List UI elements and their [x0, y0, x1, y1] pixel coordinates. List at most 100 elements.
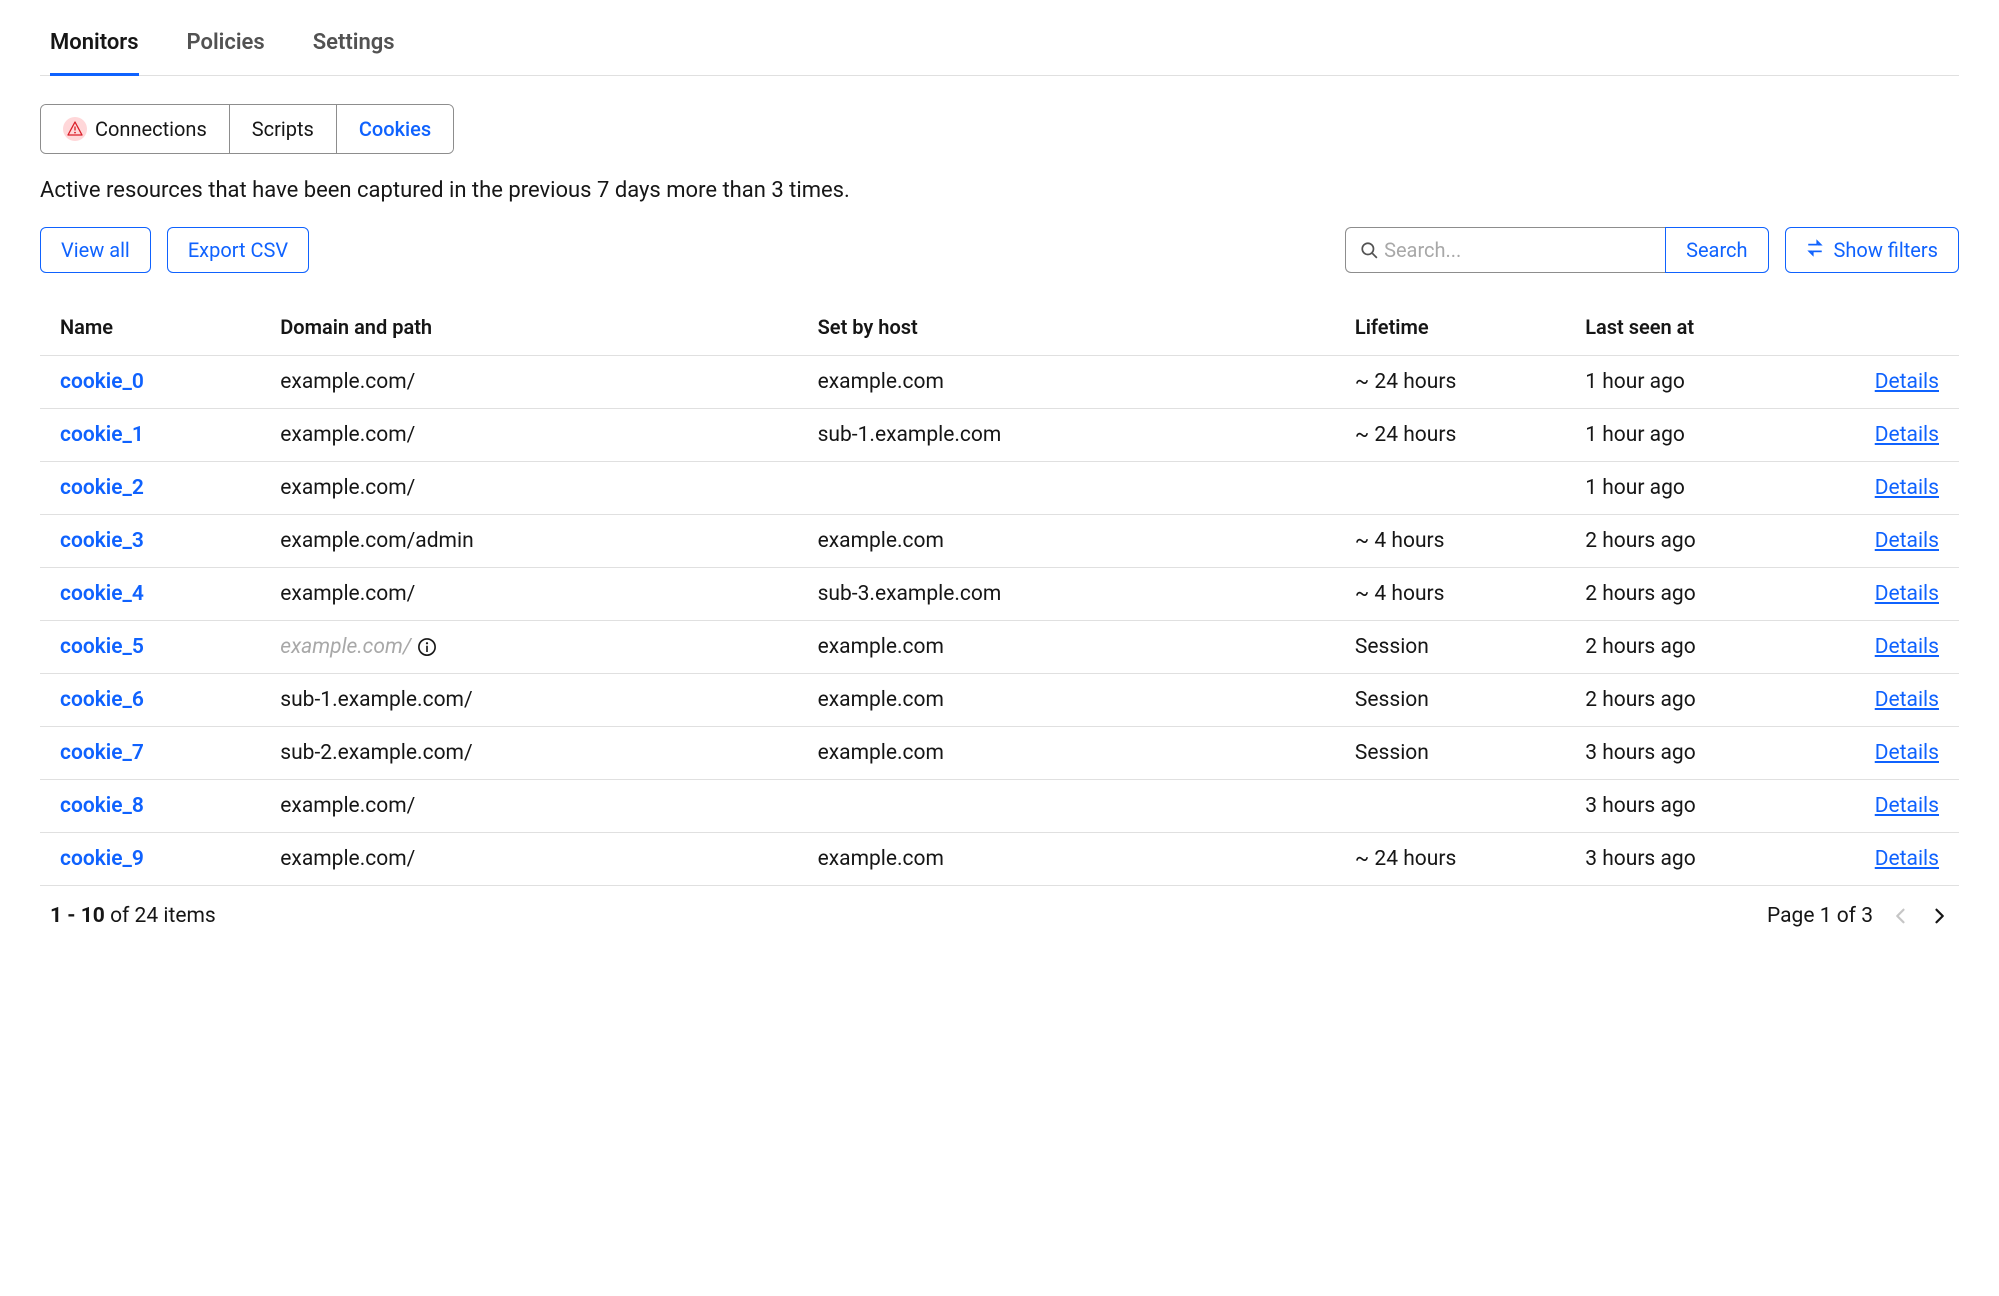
cell-set-by-host: example.com: [808, 727, 1345, 780]
table-row: cookie_3example.com/adminexample.com~ 4 …: [40, 515, 1959, 568]
sub-tab-connections[interactable]: Connections: [41, 105, 229, 153]
cell-last-seen: 2 hours ago: [1575, 621, 1805, 674]
details-link[interactable]: Details: [1875, 635, 1939, 659]
cookie-name-link[interactable]: cookie_6: [60, 688, 144, 712]
cell-domain-path: example.com/: [270, 621, 807, 674]
toolbar: View all Export CSV Search Show filters: [40, 227, 1959, 273]
cell-domain-path: example.com/: [270, 568, 807, 621]
cell-last-seen: 1 hour ago: [1575, 462, 1805, 515]
cookies-table: Name Domain and path Set by host Lifetim…: [40, 301, 1959, 886]
next-page-button[interactable]: [1929, 906, 1949, 926]
view-all-button[interactable]: View all: [40, 227, 151, 273]
range-bold: 1 - 10: [50, 904, 105, 928]
cookie-name-link[interactable]: cookie_9: [60, 847, 144, 871]
cookie-name-link[interactable]: cookie_3: [60, 529, 144, 553]
table-row: cookie_5example.com/example.comSession2 …: [40, 621, 1959, 674]
sub-tab-cookies[interactable]: Cookies: [336, 105, 453, 153]
cell-last-seen: 3 hours ago: [1575, 780, 1805, 833]
table-row: cookie_7 sub-2.example.com/example.comSes…: [40, 727, 1959, 780]
export-csv-button[interactable]: Export CSV: [167, 227, 309, 273]
warning-icon: [63, 117, 87, 141]
search-input[interactable]: [1378, 228, 1651, 272]
cell-set-by-host: example.com: [808, 674, 1345, 727]
cell-set-by-host: sub-1.example.com: [808, 409, 1345, 462]
col-last-seen: Last seen at: [1575, 301, 1805, 356]
details-link[interactable]: Details: [1875, 582, 1939, 606]
cookie-name-link[interactable]: cookie_0: [60, 370, 144, 394]
show-filters-button[interactable]: Show filters: [1785, 227, 1959, 273]
cell-domain-path: sub-2.example.com/: [270, 727, 807, 780]
cell-lifetime: ~ 24 hours: [1345, 833, 1575, 886]
cookie-name-link[interactable]: cookie_8: [60, 794, 144, 818]
search-group: Search: [1345, 227, 1768, 273]
search-button[interactable]: Search: [1665, 227, 1768, 273]
cell-domain-path: example.com/: [270, 409, 807, 462]
sub-tab-scripts[interactable]: Scripts: [229, 105, 336, 153]
cell-lifetime: [1345, 780, 1575, 833]
cell-domain-path: example.com/: [270, 462, 807, 515]
info-icon[interactable]: [417, 637, 437, 657]
cell-lifetime: Session: [1345, 621, 1575, 674]
cell-set-by-host: sub-3.example.com: [808, 568, 1345, 621]
cell-domain-path: example.com/: [270, 780, 807, 833]
cell-last-seen: 2 hours ago: [1575, 568, 1805, 621]
cookie-name-link[interactable]: cookie_7: [60, 741, 144, 765]
primary-tabs: Monitors Policies Settings: [40, 20, 1959, 76]
details-link[interactable]: Details: [1875, 476, 1939, 500]
show-filters-label: Show filters: [1834, 238, 1938, 262]
prev-page-button[interactable]: [1891, 906, 1911, 926]
cookie-name-link[interactable]: cookie_4: [60, 582, 144, 606]
cell-last-seen: 1 hour ago: [1575, 409, 1805, 462]
table-row: cookie_0 example.com/example.com~ 24 hour…: [40, 356, 1959, 409]
cell-lifetime: ~ 4 hours: [1345, 568, 1575, 621]
tab-monitors[interactable]: Monitors: [50, 20, 139, 76]
item-range: 1 - 10 of 24 items: [50, 904, 216, 928]
search-box: [1345, 227, 1665, 273]
tab-settings[interactable]: Settings: [313, 20, 395, 76]
cell-set-by-host: [808, 780, 1345, 833]
pagination: 1 - 10 of 24 items Page 1 of 3: [40, 886, 1959, 928]
cell-lifetime: Session: [1345, 727, 1575, 780]
cookie-name-link[interactable]: cookie_1: [60, 423, 144, 447]
table-row: cookie_1 example.com/sub-1.example.com~ 2…: [40, 409, 1959, 462]
sub-tab-label: Cookies: [359, 117, 431, 141]
cell-set-by-host: [808, 462, 1345, 515]
cell-last-seen: 3 hours ago: [1575, 833, 1805, 886]
resource-sub-tabs: Connections Scripts Cookies: [40, 104, 454, 154]
cell-domain-path: example.com/: [270, 356, 807, 409]
cell-lifetime: ~ 4 hours: [1345, 515, 1575, 568]
table-row: cookie_4 example.com/sub-3.example.com~ 4…: [40, 568, 1959, 621]
cell-set-by-host: example.com: [808, 356, 1345, 409]
details-link[interactable]: Details: [1875, 370, 1939, 394]
cell-set-by-host: example.com: [808, 833, 1345, 886]
cell-last-seen: 3 hours ago: [1575, 727, 1805, 780]
cookie-name-link[interactable]: cookie_5: [60, 635, 144, 659]
table-row: cookie_8 example.com/3 hours ago Details: [40, 780, 1959, 833]
page-description: Active resources that have been captured…: [40, 178, 1959, 203]
table-row: cookie_6 sub-1.example.com/example.comSes…: [40, 674, 1959, 727]
cell-domain-path: sub-1.example.com/: [270, 674, 807, 727]
col-lifetime: Lifetime: [1345, 301, 1575, 356]
range-rest: of 24 items: [105, 904, 216, 928]
details-link[interactable]: Details: [1875, 741, 1939, 765]
tab-policies[interactable]: Policies: [187, 20, 265, 76]
cookie-name-link[interactable]: cookie_2: [60, 476, 144, 500]
cell-lifetime: [1345, 462, 1575, 515]
sub-tab-label: Connections: [95, 117, 207, 141]
details-link[interactable]: Details: [1875, 794, 1939, 818]
cell-lifetime: ~ 24 hours: [1345, 409, 1575, 462]
details-link[interactable]: Details: [1875, 847, 1939, 871]
col-details: [1805, 301, 1959, 356]
table-row: cookie_9 example.com/example.com~ 24 hour…: [40, 833, 1959, 886]
col-name: Name: [40, 301, 270, 356]
cell-last-seen: 2 hours ago: [1575, 515, 1805, 568]
cell-lifetime: Session: [1345, 674, 1575, 727]
details-link[interactable]: Details: [1875, 529, 1939, 553]
col-set-by-host: Set by host: [808, 301, 1345, 356]
details-link[interactable]: Details: [1875, 688, 1939, 712]
details-link[interactable]: Details: [1875, 423, 1939, 447]
cell-last-seen: 2 hours ago: [1575, 674, 1805, 727]
cell-domain-path: example.com/: [270, 833, 807, 886]
cell-last-seen: 1 hour ago: [1575, 356, 1805, 409]
cell-lifetime: ~ 24 hours: [1345, 356, 1575, 409]
